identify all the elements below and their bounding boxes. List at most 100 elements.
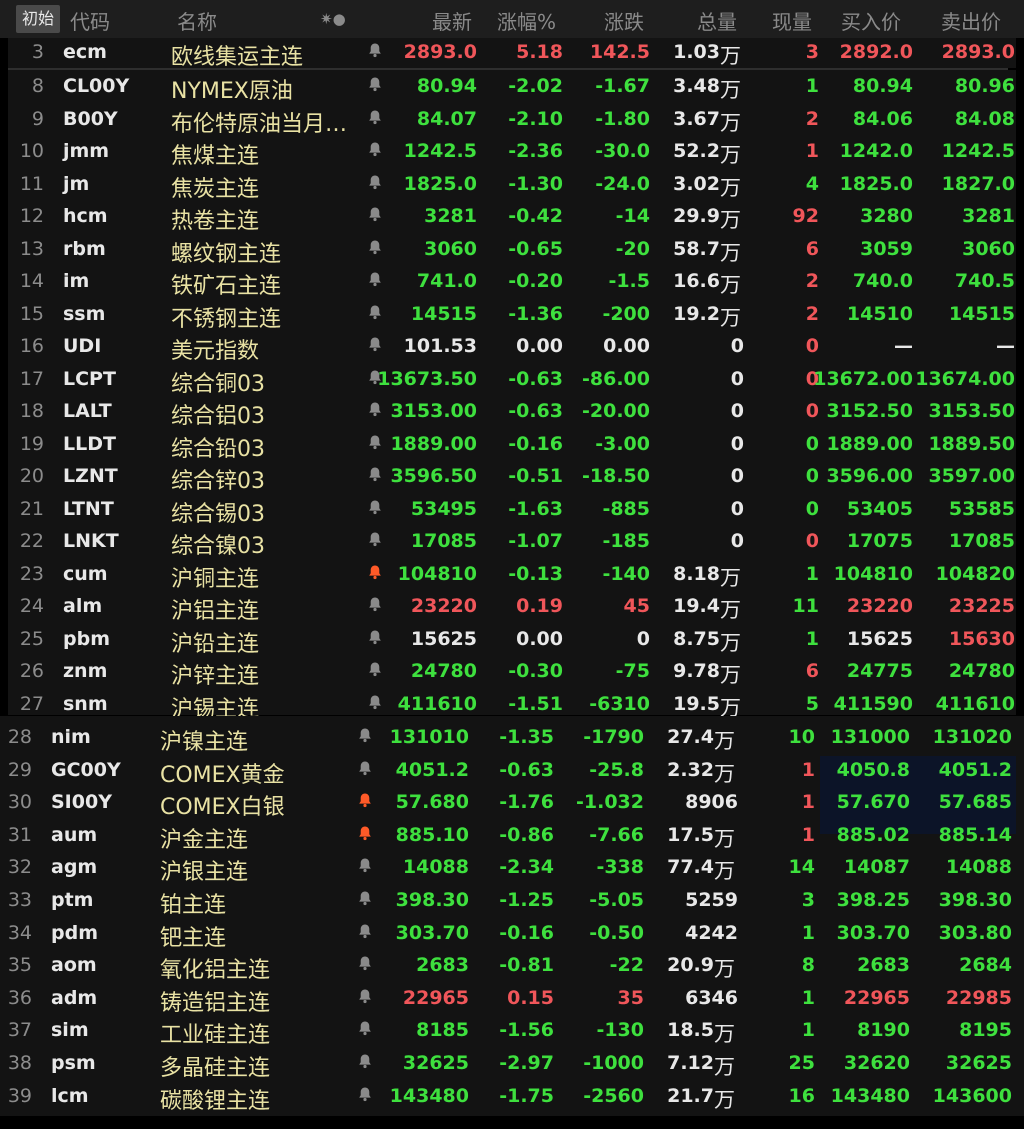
quote-row[interactable]: 32 agm 沪银主连 14088 -2.34 -338 77.4 万 14 14087 14088 (0, 852, 1024, 885)
change-value: -14 (615, 205, 650, 227)
col-pct[interactable]: 涨幅% (497, 6, 556, 35)
volume-unit: 万 (714, 1087, 735, 1112)
quote-row[interactable]: 17 LCPT 综合铜03 13673.50 -0.63 -86.00 0 0 13672.00… (8, 364, 1016, 397)
alert-bell-icon[interactable] (367, 693, 383, 709)
ask-price: — (996, 335, 1015, 357)
col-ask[interactable]: 卖出价 (941, 6, 1001, 35)
quote-row[interactable]: 22 LNKT 综合镍03 17085 -1.07 -185 0 0 17075 17085 (8, 526, 1016, 559)
alert-bell-icon[interactable] (357, 954, 373, 971)
current-volume: 1 (801, 791, 815, 814)
quote-row[interactable]: 26 znm 沪锌主连 24780 -0.30 -75 9.78 万 6 24775 24780 (8, 656, 1016, 689)
alert-bell-icon[interactable] (367, 205, 383, 222)
alert-bell-icon[interactable] (367, 400, 383, 417)
alert-bell-icon[interactable] (367, 530, 383, 547)
alert-bell-icon[interactable] (357, 726, 373, 743)
alert-bell-icon[interactable] (357, 889, 373, 906)
volume-unit: 万 (720, 273, 741, 297)
alert-bell-icon[interactable] (357, 1085, 373, 1101)
total-volume: 0 (730, 497, 744, 520)
alert-bell-icon[interactable] (367, 498, 383, 514)
total-volume: 1.03 (673, 41, 720, 63)
quote-row[interactable]: 9 B00Y 布伦特原油当月… 84.07 -2.10 -1.80 3.67 万 2 84.06 8… (8, 104, 1016, 137)
alert-bell-icon[interactable] (367, 303, 383, 319)
ask-price: 303.80 (938, 921, 1012, 944)
alert-bell-icon[interactable] (367, 433, 383, 449)
current-volume: 1 (805, 140, 819, 162)
col-bid[interactable]: 买入价 (841, 6, 901, 35)
row-index: 12 (19, 205, 44, 227)
quote-row[interactable]: 35 aom 氧化铝主连 2683 -0.81 -22 20.9 万 8 2683 2684 (0, 950, 1024, 983)
quote-row[interactable]: 8 CL00Y NYMEX原油 80.94 -2.02 -1.67 3.48 万 1 80.94 8… (8, 71, 1016, 104)
quote-row[interactable]: 16 UDI 美元指数 101.53 0.00 0.00 0 0 — — (8, 331, 1016, 364)
alert-bell-icon[interactable] (357, 856, 373, 873)
quote-row[interactable]: 18 LALT 综合铝03 3153.00 -0.63 -20.00 0 0 3152.50 31… (8, 396, 1016, 429)
alert-bell-icon[interactable] (367, 140, 383, 157)
quote-row[interactable]: 36 adm 铸造铝主连 22965 0.15 35 6346 1 22965 22985 (0, 983, 1024, 1016)
last-price: 17085 (410, 530, 477, 552)
col-alert[interactable]: ✷● (320, 10, 346, 28)
quote-row[interactable]: 34 pdm 钯主连 303.70 -0.16 -0.50 4242 1 303.70 303.8… (0, 918, 1024, 951)
col-volume[interactable]: 总量 (697, 6, 737, 35)
alert-bell-icon[interactable] (367, 108, 383, 124)
quote-row[interactable]: 19 LLDT 综合铅03 1889.00 -0.16 -3.00 0 0 1889.00 188… (8, 429, 1016, 462)
quote-row[interactable]: 12 hcm 热卷主连 3281 -0.42 -14 29.9 万 92 3280 3281 (8, 201, 1016, 234)
quote-row[interactable]: 30 SI00Y COMEX白银 57.680 -1.76 -1.032 8906 1 57.6… (0, 787, 1024, 820)
alert-bell-icon[interactable] (367, 75, 383, 92)
last-price: 3060 (424, 237, 477, 260)
quote-row[interactable]: 24 alm 沪铝主连 23220 0.19 45 19.4 万 11 23220 23225 (8, 591, 1016, 624)
alert-bell-icon[interactable] (357, 1052, 373, 1069)
alert-bell-icon[interactable] (367, 41, 383, 58)
contract-code: adm (51, 986, 98, 1009)
col-current-volume[interactable]: 现量 (772, 6, 812, 35)
quote-row[interactable]: 25 pbm 沪铅主连 15625 0.00 0 8.75 万 1 15625 15630 (8, 624, 1016, 657)
alert-bell-icon[interactable] (367, 238, 383, 254)
quote-row[interactable]: 11 jm 焦炭主连 1825.0 -1.30 -24.0 3.02 万 4 1825.0 1827… (8, 169, 1016, 202)
quote-row[interactable]: 37 sim 工业硅主连 8185 -1.56 -130 18.5 万 1 8190 8195 (0, 1015, 1024, 1048)
alert-bell-active-icon[interactable] (367, 563, 383, 579)
current-volume: 10 (788, 726, 815, 748)
col-code[interactable]: 代码 (70, 6, 110, 35)
quote-row[interactable]: 15 ssm 不锈钢主连 14515 -1.36 -200 19.2 万 2 14510 14515 (8, 299, 1016, 332)
quote-row[interactable]: 10 jmm 焦煤主连 1242.5 -2.36 -30.0 52.2 万 1 1242.0 124… (8, 136, 1016, 169)
alert-bell-icon[interactable] (367, 628, 383, 644)
quote-row[interactable]: 31 aum 沪金主连 885.10 -0.86 -7.66 17.5 万 1 885.02 885… (0, 820, 1024, 853)
alert-bell-icon[interactable] (367, 173, 383, 189)
pinned-quote-list: 3 ecm 欧线集运主连 2893.0 5.18 142.5 1.03 万 3 2892.0 289… (8, 37, 1016, 70)
alert-bell-icon[interactable] (367, 335, 383, 352)
change-percent: -0.20 (508, 270, 563, 292)
row-index: 36 (7, 986, 32, 1009)
quote-row[interactable]: 33 ptm 铂主连 398.30 -1.25 -5.05 5259 3 398.25 398.3… (0, 885, 1024, 918)
quote-row[interactable]: 38 psm 多晶硅主连 32625 -2.97 -1000 7.12 万 25 32620 326… (0, 1048, 1024, 1081)
contract-name: 铸造铝主连 (160, 990, 271, 1016)
alert-bell-active-icon[interactable] (357, 824, 373, 840)
quote-row[interactable]: 20 LZNT 综合锌03 3596.50 -0.51 -18.50 0 0 3596.00 35… (8, 461, 1016, 494)
col-change[interactable]: 涨跌 (604, 6, 644, 35)
volume-unit: 万 (720, 110, 741, 135)
quote-row[interactable]: 3 ecm 欧线集运主连 2893.0 5.18 142.5 1.03 万 3 2892.0 289… (8, 37, 1016, 70)
init-button[interactable]: 初始 (16, 5, 60, 33)
last-price: 104810 (397, 562, 477, 585)
alert-bell-icon[interactable] (357, 987, 373, 1003)
col-last[interactable]: 最新 (432, 6, 472, 35)
alert-bell-icon[interactable] (357, 759, 373, 775)
alert-bell-icon[interactable] (367, 270, 383, 287)
quote-row[interactable]: 39 lcm 碳酸锂主连 143480 -1.75 -2560 21.7 万 16 143480 1… (0, 1081, 1024, 1114)
current-volume: 1 (805, 627, 819, 650)
alert-bell-icon[interactable] (357, 1019, 373, 1036)
quote-row[interactable]: 14 im 铁矿石主连 741.0 -0.20 -1.5 16.6 万 2 740.0 740.5 (8, 266, 1016, 299)
quote-row[interactable]: 28 nim 沪镍主连 131010 -1.35 -1790 27.4 万 10 131000 13… (0, 722, 1024, 755)
quote-row[interactable]: 21 LTNT 综合锡03 53495 -1.63 -885 0 0 53405 53585 (8, 494, 1016, 527)
alert-bell-icon[interactable] (367, 465, 383, 482)
current-volume: 1 (801, 823, 815, 846)
alert-bell-icon[interactable] (367, 595, 383, 612)
contract-name: 多晶硅主连 (160, 1056, 271, 1081)
alert-bell-active-icon[interactable] (357, 791, 373, 808)
alert-bell-icon[interactable] (367, 660, 383, 677)
col-name[interactable]: 名称 (177, 6, 217, 35)
current-volume: 2 (805, 107, 819, 130)
alert-bell-icon[interactable] (357, 922, 373, 938)
quote-row[interactable]: 23 cum 沪铜主连 104810 -0.13 -140 8.18 万 1 104810 1048… (8, 559, 1016, 592)
quote-row[interactable]: 29 GC00Y COMEX黄金 4051.2 -0.63 -25.8 2.32 万 1 4050… (0, 755, 1024, 788)
ask-price: 57.685 (938, 791, 1012, 814)
quote-row[interactable]: 13 rbm 螺纹钢主连 3060 -0.65 -20 58.7 万 6 3059 3060 (8, 234, 1016, 267)
